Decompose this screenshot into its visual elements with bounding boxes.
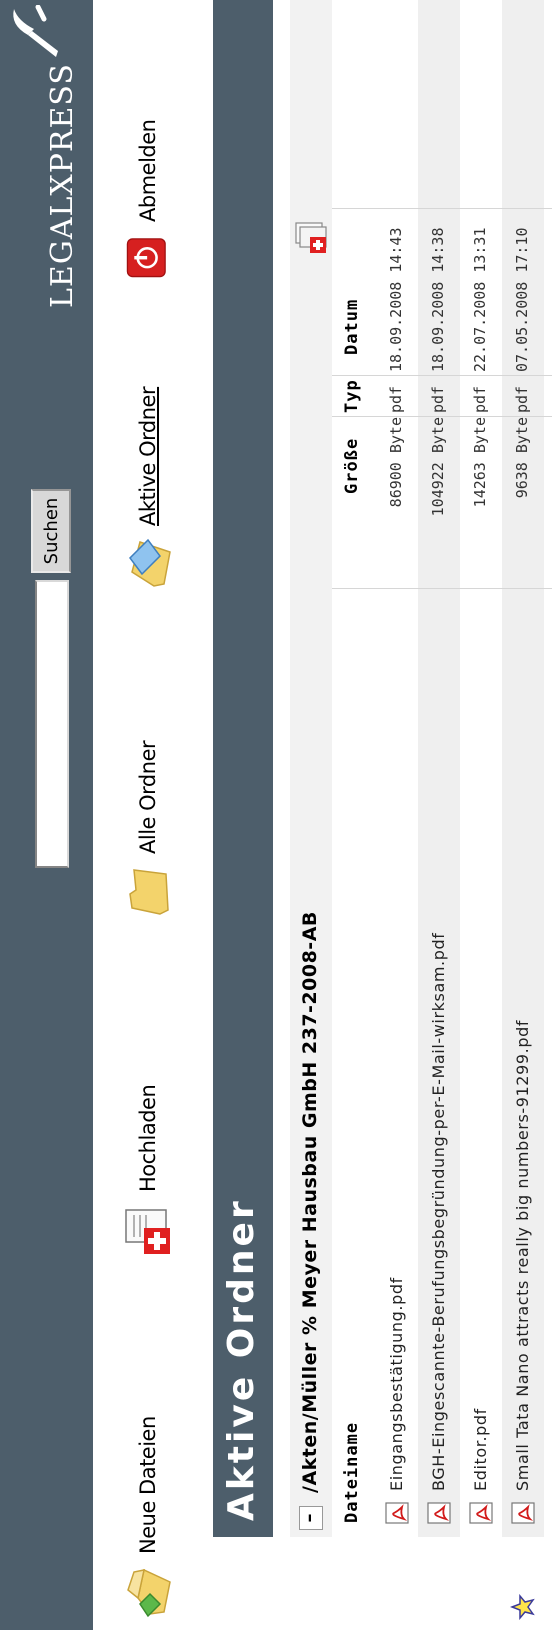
add-file-icon[interactable] <box>294 219 330 255</box>
star-icon[interactable] <box>510 1594 536 1620</box>
column-divider <box>332 375 552 376</box>
nav-all-folders[interactable]: Alle Ordner <box>113 741 183 920</box>
pdf-icon <box>385 1502 409 1524</box>
column-divider <box>332 588 552 589</box>
pdf-icon <box>469 1502 493 1524</box>
column-divider <box>332 416 552 417</box>
new-files-folder-icon <box>127 1568 171 1618</box>
legalxpress-logo: LEGALXPRESS <box>20 63 80 308</box>
column-header-name[interactable]: Dateiname <box>342 1422 362 1523</box>
folder-icon <box>129 869 169 915</box>
column-header-size[interactable]: Größe <box>342 438 362 494</box>
file-date: 18.09.2008 14:38 <box>429 227 447 373</box>
file-size: 104922 Byte <box>429 417 447 517</box>
file-name-link[interactable]: Small Tata Nano attracts really big numb… <box>513 1020 532 1491</box>
file-type: pdf <box>387 385 405 413</box>
file-size: 86900 Byte <box>387 417 405 508</box>
file-date: 18.09.2008 14:43 <box>387 227 405 373</box>
file-size: 14263 Byte <box>471 417 489 508</box>
file-type: pdf <box>513 385 531 413</box>
table-row[interactable]: BGH-Eingescannte-Berufungsbegründung-per… <box>418 0 460 1537</box>
folder-path: /Akten/Müller % Meyer Hausbau GmbH 237-2… <box>299 911 321 1493</box>
power-icon <box>126 238 166 278</box>
logo-mark-icon <box>13 5 58 57</box>
app-window: Suchen LEGALXPRESS Neue Dateien Hochlade… <box>0 0 552 1630</box>
page-title-bar: Aktive Ordner <box>213 0 273 1537</box>
folder-panel: – /Akten/Müller % Meyer Hausbau GmbH 237… <box>290 0 552 1620</box>
nav-new-files[interactable]: Neue Dateien <box>113 1416 183 1620</box>
table-row[interactable]: Eingangsbestätigung.pdf 86900 Byte pdf 1… <box>376 0 418 1537</box>
main-navigation: Neue Dateien Hochladen Alle Ordner Aktiv… <box>93 0 203 1630</box>
nav-all-folders-label: Alle Ordner <box>136 740 160 854</box>
pdf-icon <box>427 1502 451 1524</box>
nav-new-files-label: Neue Dateien <box>136 1416 160 1554</box>
file-type: pdf <box>429 385 447 413</box>
column-divider <box>332 208 552 209</box>
file-name-link[interactable]: Eingangsbestätigung.pdf <box>387 1277 406 1491</box>
file-name-link[interactable]: BGH-Eingescannte-Berufungsbegründung-per… <box>429 933 448 1491</box>
file-date: 22.07.2008 13:31 <box>471 227 489 373</box>
search-input[interactable] <box>35 580 69 868</box>
search-button[interactable]: Suchen <box>31 489 71 573</box>
pdf-icon <box>511 1502 535 1524</box>
active-folder-icon <box>129 538 171 587</box>
nav-upload-label: Hochladen <box>136 1084 160 1192</box>
file-type: pdf <box>471 385 489 413</box>
folder-header: – /Akten/Müller % Meyer Hausbau GmbH 237… <box>290 0 332 1537</box>
nav-logout-label: Abmelden <box>136 119 160 222</box>
table-row[interactable]: Small Tata Nano attracts really big numb… <box>502 0 544 1620</box>
upload-icon <box>125 1209 170 1254</box>
column-header-type[interactable]: Typ <box>342 379 362 413</box>
logo-text: LEGALXPRESS <box>45 63 80 308</box>
table-header: Dateiname Größe Typ Datum <box>332 0 374 1537</box>
column-header-date[interactable]: Datum <box>342 299 362 355</box>
collapse-button[interactable]: – <box>299 1506 323 1530</box>
nav-active-folders[interactable]: Aktive Ordner <box>113 387 183 592</box>
table-row[interactable]: Editor.pdf 14263 Byte pdf 22.07.2008 13:… <box>460 0 502 1537</box>
nav-logout[interactable]: Abmelden <box>113 120 183 280</box>
header-bar: Suchen LEGALXPRESS <box>0 0 93 1630</box>
nav-active-folders-label: Aktive Ordner <box>136 386 160 526</box>
page-title: Aktive Ordner <box>221 1198 262 1521</box>
nav-upload[interactable]: Hochladen <box>113 1085 183 1258</box>
file-size: 9638 Byte <box>513 417 531 499</box>
file-name-link[interactable]: Editor.pdf <box>471 1408 490 1491</box>
file-date: 07.05.2008 17:10 <box>513 227 531 373</box>
